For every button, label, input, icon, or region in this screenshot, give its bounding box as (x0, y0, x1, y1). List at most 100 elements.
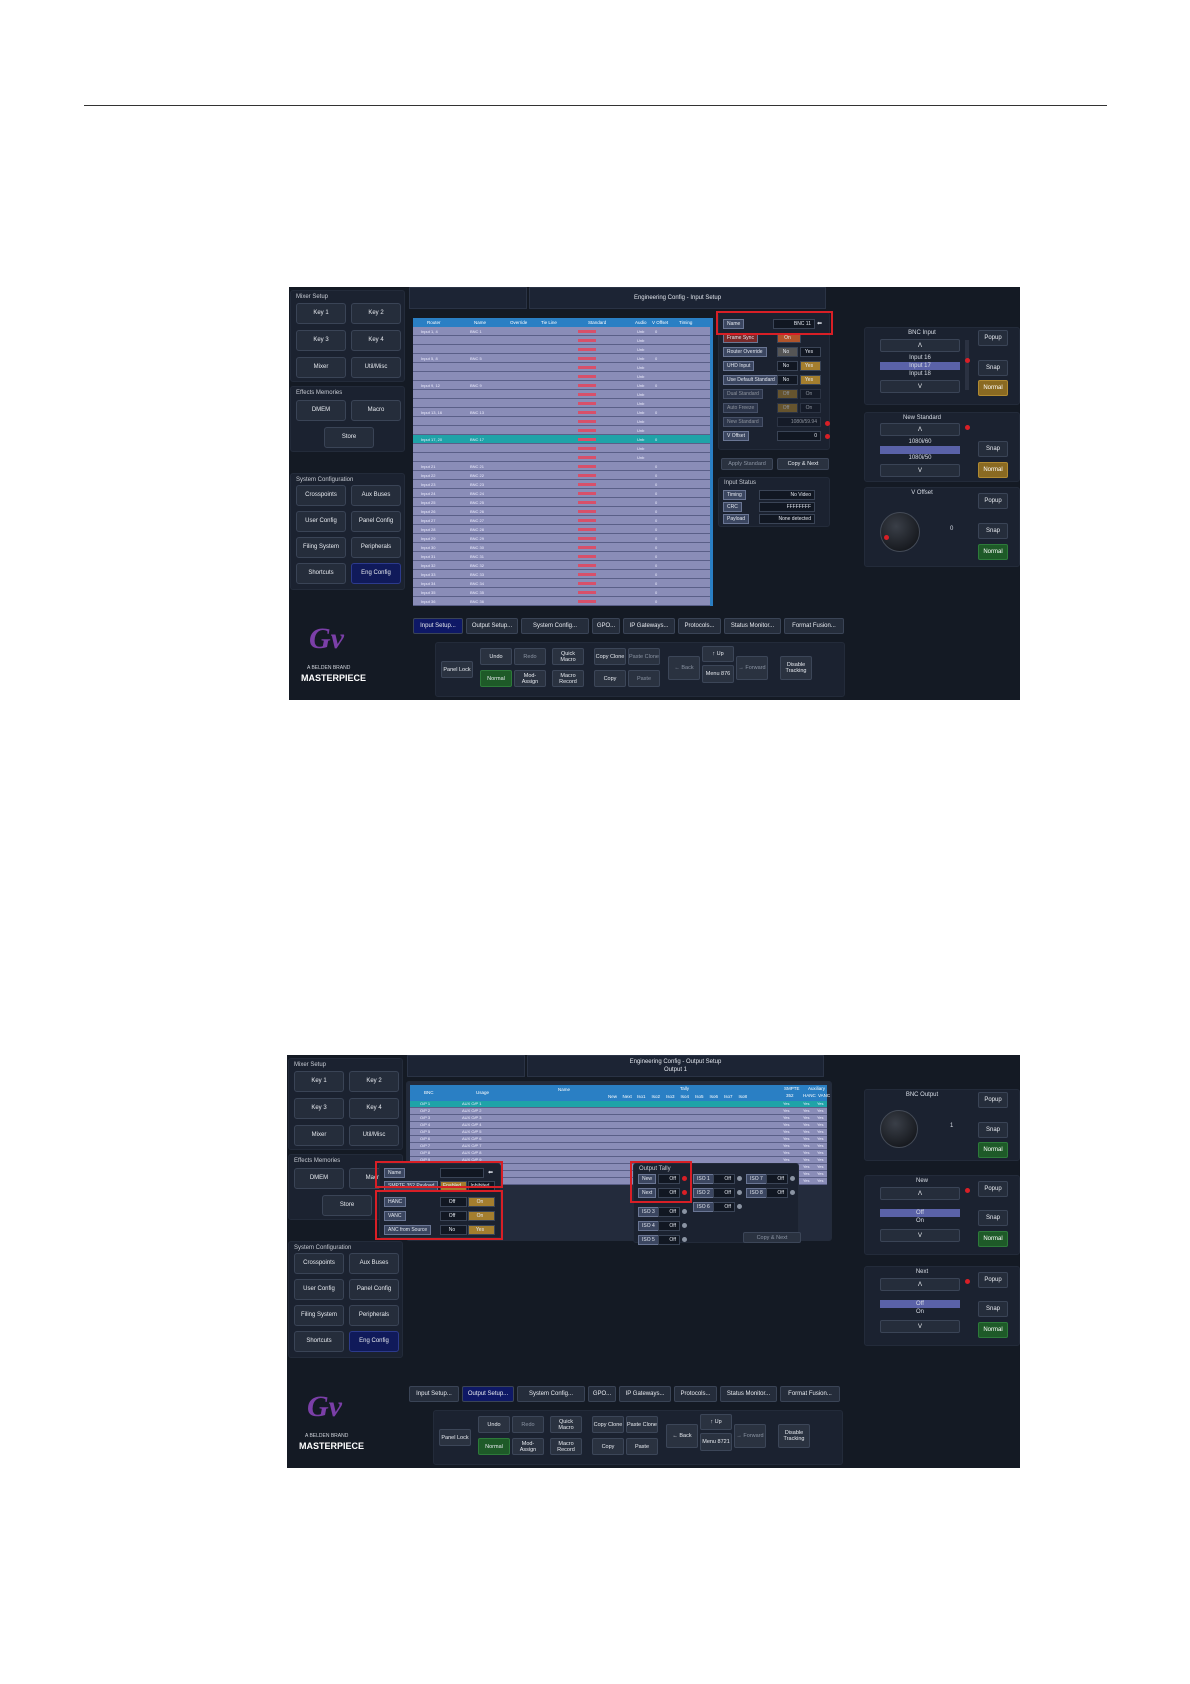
mixer-button[interactable]: Mixer (296, 357, 346, 378)
table-row[interactable]: Input 21 BNC 21 0 (413, 462, 710, 471)
disable-tracking-button[interactable]: Disable Tracking (780, 656, 812, 680)
table-row[interactable]: Input 33 BNC 33 0 (413, 570, 710, 579)
tab-system-config-2[interactable]: System Config... (517, 1386, 585, 1402)
table-row[interactable]: Input 13, 16 BNC 13 Unb 0 (413, 408, 710, 417)
key2-button-2[interactable]: Key 2 (349, 1071, 399, 1092)
table-row[interactable]: Unb (413, 363, 710, 372)
table-row[interactable]: Input 29 BNC 29 0 (413, 534, 710, 543)
filing-system-button[interactable]: Filing System (296, 537, 346, 558)
table-row[interactable]: O/P 8 AUX O/P 8 Yes Yes Yes (410, 1150, 827, 1157)
disable-tracking-button-2[interactable]: Disable Tracking (778, 1424, 810, 1448)
key3-button-2[interactable]: Key 3 (294, 1098, 344, 1119)
snap-button-1[interactable]: Snap (978, 360, 1008, 376)
panel-lock-button[interactable]: Panel Lock (441, 661, 473, 678)
normal-button-2[interactable]: Normal (978, 462, 1008, 478)
menu-button-2[interactable]: Menu 8721 (700, 1433, 732, 1451)
macro-record-button[interactable]: Macro Record (552, 670, 584, 687)
snap-button-6[interactable]: Snap (978, 1301, 1008, 1317)
panel-config-button[interactable]: Panel Config (351, 511, 401, 532)
table-row[interactable]: O/P 3 AUX O/P 3 Yes Yes Yes (410, 1115, 827, 1122)
paste-clone-button-2[interactable]: Paste Clone (626, 1416, 658, 1433)
table-row[interactable]: Input 5, 8 BNC 5 Unb 0 (413, 354, 710, 363)
shortcuts-button[interactable]: Shortcuts (296, 563, 346, 584)
std-down-button[interactable]: V (880, 464, 960, 477)
uhd-yes[interactable]: Yes (800, 361, 821, 371)
default-std-yes[interactable]: Yes (800, 375, 821, 385)
table-row[interactable]: O/P 4 AUX O/P 4 Yes Yes Yes (410, 1122, 827, 1129)
popup-button-4[interactable]: Popup (978, 1092, 1008, 1108)
tab-system-config[interactable]: System Config... (521, 618, 589, 634)
table-row[interactable]: O/P 5 AUX O/P 5 Yes Yes Yes (410, 1129, 827, 1136)
copy-next-button-2[interactable]: Copy & Next (743, 1232, 801, 1243)
up-button[interactable]: ↑ Up (702, 646, 734, 662)
tally-value[interactable]: Off (658, 1221, 680, 1231)
store-button-2[interactable]: Store (322, 1195, 372, 1216)
tab-protocols-2[interactable]: Protocols... (674, 1386, 717, 1402)
panel-lock-button-2[interactable]: Panel Lock (439, 1429, 471, 1446)
table-row[interactable]: Input 24 BNC 24 0 (413, 489, 710, 498)
table-row[interactable]: Unb (413, 399, 710, 408)
key1-button-2[interactable]: Key 1 (294, 1071, 344, 1092)
table-row[interactable]: O/P 7 AUX O/P 7 Yes Yes Yes (410, 1143, 827, 1150)
table-row[interactable]: Unb (413, 345, 710, 354)
table-row[interactable]: Input 25 BNC 25 0 (413, 498, 710, 507)
user-config-button-2[interactable]: User Config (294, 1279, 344, 1300)
dual-std-off[interactable]: Off (777, 389, 798, 399)
tab-input-setup[interactable]: Input Setup... (413, 618, 463, 634)
copy-next-button[interactable]: Copy & Next (777, 458, 829, 470)
tab-protocols[interactable]: Protocols... (678, 618, 721, 634)
table-row[interactable]: Input 26 BNC 26 0 (413, 507, 710, 516)
table-scrollbar[interactable] (710, 318, 713, 606)
util-misc-button-2[interactable]: Util/Misc (349, 1125, 399, 1146)
table-row[interactable]: Input 30 BNC 30 0 (413, 543, 710, 552)
aux-buses-button[interactable]: Aux Buses (351, 485, 401, 506)
key4-button-2[interactable]: Key 4 (349, 1098, 399, 1119)
table-row[interactable]: Input 35 BNC 35 0 (413, 588, 710, 597)
redo-button-2[interactable]: Redo (512, 1416, 544, 1433)
tally-value[interactable]: Off (713, 1174, 735, 1184)
filing-system-button-2[interactable]: Filing System (294, 1305, 344, 1326)
redo-button[interactable]: Redo (514, 648, 546, 665)
popup-button-3[interactable]: Popup (978, 493, 1008, 509)
copy-button[interactable]: Copy (594, 670, 626, 687)
tab-output-setup-2[interactable]: Output Setup... (462, 1386, 514, 1402)
tab-format-fusion-2[interactable]: Format Fusion... (780, 1386, 840, 1402)
tab-gpo-2[interactable]: GPO... (588, 1386, 616, 1402)
v-offset-knob[interactable] (880, 512, 920, 552)
v-offset-value[interactable]: 0 (777, 431, 821, 441)
shortcuts-button-2[interactable]: Shortcuts (294, 1331, 344, 1352)
mixer-button-2[interactable]: Mixer (294, 1125, 344, 1146)
eng-config-button[interactable]: Eng Config (351, 563, 401, 584)
table-row[interactable]: Unb (413, 444, 710, 453)
peripherals-button[interactable]: Peripherals (351, 537, 401, 558)
new-off-option[interactable]: Off (880, 1209, 960, 1217)
panel-config-button-2[interactable]: Panel Config (349, 1279, 399, 1300)
tab-input-setup-2[interactable]: Input Setup... (409, 1386, 459, 1402)
snap-button-2[interactable]: Snap (978, 441, 1008, 457)
tally-value[interactable]: Off (766, 1174, 788, 1184)
key1-button[interactable]: Key 1 (296, 303, 346, 324)
table-row[interactable]: Input 32 BNC 32 0 (413, 561, 710, 570)
user-config-button[interactable]: User Config (296, 511, 346, 532)
next-down-button[interactable]: V (880, 1320, 960, 1333)
copy-clone-button-2[interactable]: Copy Clone (592, 1416, 624, 1433)
aux-buses-button-2[interactable]: Aux Buses (349, 1253, 399, 1274)
uhd-no[interactable]: No (777, 361, 798, 371)
mod-assign-button-2[interactable]: Mod- Assign (512, 1438, 544, 1455)
new-slider-thumb[interactable] (965, 1188, 970, 1193)
bnc-slider-thumb[interactable] (965, 358, 970, 363)
paste-button-2[interactable]: Paste (626, 1438, 658, 1455)
snap-button-5[interactable]: Snap (978, 1210, 1008, 1226)
mod-assign-button[interactable]: Mod- Assign (514, 670, 546, 687)
auto-freeze-on[interactable]: On (800, 403, 821, 413)
menu-button[interactable]: Menu 876 (702, 665, 734, 683)
tab-ip-gateways[interactable]: IP Gateways... (623, 618, 675, 634)
undo-button-2[interactable]: Undo (478, 1416, 510, 1433)
popup-button-6[interactable]: Popup (978, 1272, 1008, 1288)
std-up-button[interactable]: Λ (880, 423, 960, 436)
crosspoints-button[interactable]: Crosspoints (296, 485, 346, 506)
table-row[interactable]: Input 31 BNC 31 0 (413, 552, 710, 561)
crosspoints-button-2[interactable]: Crosspoints (294, 1253, 344, 1274)
next-up-button[interactable]: Λ (880, 1278, 960, 1291)
normal-button-6[interactable]: Normal (978, 1322, 1008, 1338)
